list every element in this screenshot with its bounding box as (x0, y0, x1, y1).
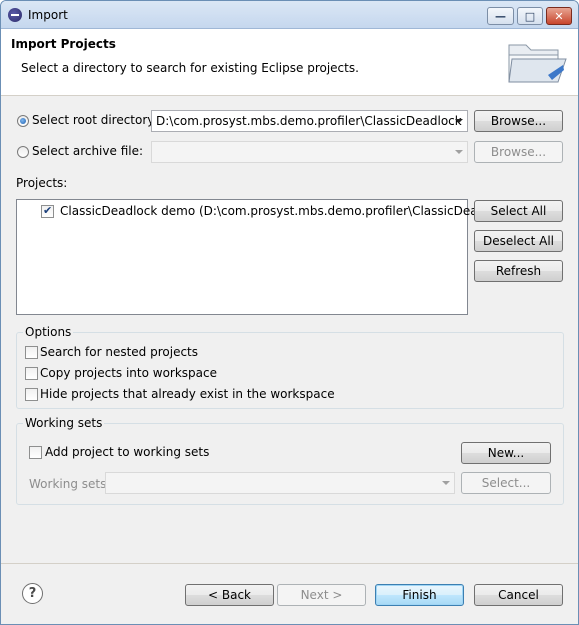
page-title: Import Projects (11, 37, 116, 51)
root-directory-combo[interactable]: D:\com.prosyst.mbs.demo.profiler\Classic… (151, 110, 468, 132)
chevron-down-icon[interactable] (442, 481, 450, 485)
refresh-button[interactable]: Refresh (474, 260, 563, 282)
working-sets-title: Working sets (23, 416, 105, 430)
projects-label: Projects: (16, 176, 68, 190)
next-button[interactable]: Next > (277, 584, 366, 606)
browse-archive-button[interactable]: Browse... (474, 141, 563, 163)
archive-file-label: Select archive file: (32, 144, 144, 158)
eclipse-icon (8, 8, 22, 22)
select-all-button[interactable]: Select All (474, 200, 563, 222)
footer-separator (1, 563, 578, 564)
add-to-working-sets-label: Add project to working sets (45, 445, 210, 459)
project-label: ClassicDeadlock demo (D:\com.prosyst.mbs… (60, 204, 515, 218)
window-title: Import (28, 8, 68, 22)
finish-button[interactable]: Finish (375, 584, 464, 606)
maximize-icon: □ (524, 9, 536, 23)
close-icon: ✕ (554, 9, 564, 23)
copy-projects-checkbox[interactable] (25, 367, 38, 380)
hide-projects-label: Hide projects that already exist in the … (40, 387, 335, 401)
minimize-icon: — (495, 9, 506, 23)
import-dialog: Import — □ ✕ Import Projects Select a di… (0, 0, 579, 625)
options-title: Options (23, 325, 74, 339)
chevron-down-icon[interactable] (455, 119, 463, 123)
back-button[interactable]: < Back (185, 584, 274, 606)
archive-file-combo[interactable] (151, 141, 468, 163)
add-to-working-sets-checkbox[interactable] (29, 446, 42, 459)
root-directory-radio[interactable] (17, 115, 29, 127)
root-directory-label: Select root directory: (32, 113, 158, 127)
projects-list[interactable]: ClassicDeadlock demo (D:\com.prosyst.mbs… (16, 199, 514, 315)
select-working-sets-button[interactable]: Select... (461, 472, 551, 494)
wizard-header: Import Projects Select a directory to se… (1, 29, 578, 96)
nested-projects-label: Search for nested projects (40, 345, 199, 359)
archive-file-radio[interactable] (17, 146, 29, 158)
minimize-button[interactable]: — (487, 7, 514, 25)
folder-icon (508, 44, 567, 83)
title-bar[interactable]: Import — □ ✕ (1, 1, 578, 29)
root-directory-value: D:\com.prosyst.mbs.demo.profiler\Classic… (156, 114, 462, 128)
nested-projects-checkbox[interactable] (25, 346, 38, 359)
working-sets-combo[interactable] (105, 472, 455, 494)
project-checkbox[interactable] (41, 204, 54, 218)
close-button[interactable]: ✕ (546, 7, 572, 25)
new-working-set-button[interactable]: New... (461, 442, 551, 464)
chevron-down-icon[interactable] (455, 150, 463, 154)
copy-projects-label: Copy projects into workspace (40, 366, 218, 380)
maximize-button[interactable]: □ (517, 7, 543, 25)
working-sets-label: Working sets: (29, 477, 111, 491)
help-icon[interactable]: ? (22, 583, 43, 604)
deselect-all-button[interactable]: Deselect All (474, 230, 563, 252)
browse-directory-button[interactable]: Browse... (474, 110, 563, 132)
cancel-button[interactable]: Cancel (474, 584, 563, 606)
hide-projects-checkbox[interactable] (25, 388, 38, 401)
page-description: Select a directory to search for existin… (21, 61, 359, 75)
